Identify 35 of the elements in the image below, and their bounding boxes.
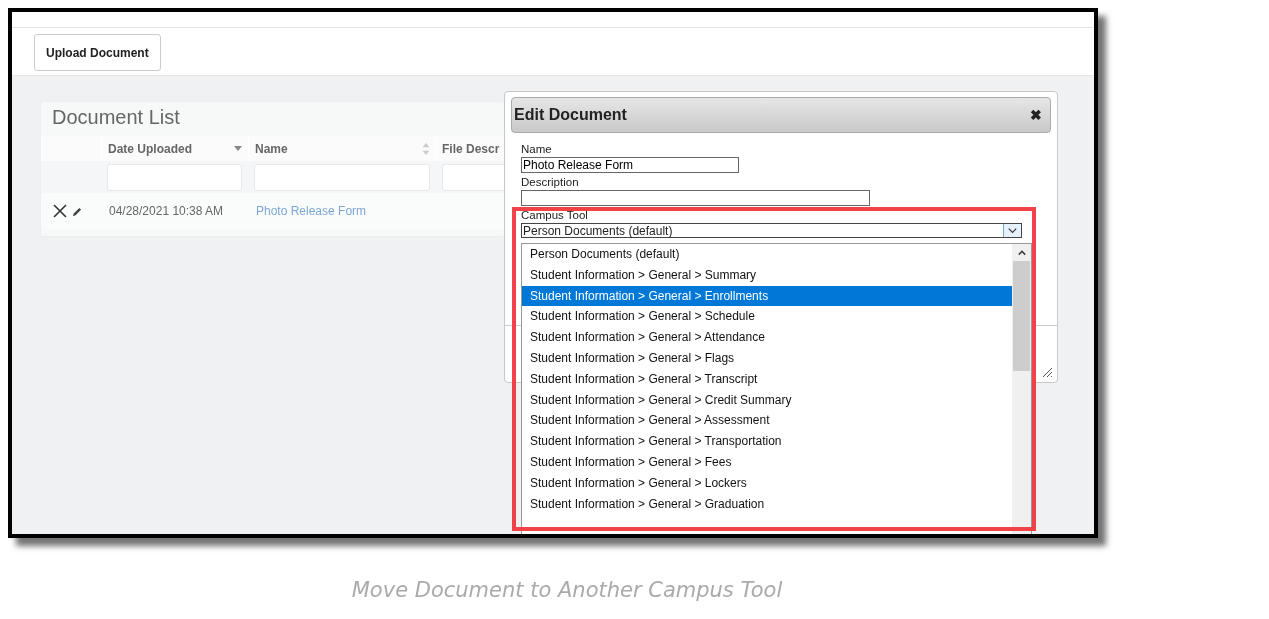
scrollbar-thumb[interactable] <box>1013 261 1030 371</box>
dropdown-option[interactable]: Student Information > General > Transcript <box>522 368 1012 390</box>
sort-down-icon[interactable] <box>234 144 242 153</box>
table-cell-text: 04/28/2021 10:38 AM <box>108 204 225 218</box>
campus-tool-dropdown[interactable]: Person Documents (default) <box>521 223 1022 238</box>
close-button[interactable]: ✖ <box>1030 107 1042 123</box>
resize-grip-icon[interactable] <box>1041 366 1053 378</box>
dropdown-option[interactable]: Student Information > General > Transportation <box>522 431 1012 452</box>
dropdown-option[interactable]: Student Information > General > Attendance <box>522 327 1012 348</box>
description-label: Description <box>521 176 579 190</box>
campus-tool-label: Campus Tool <box>521 209 588 223</box>
upload-document-button[interactable]: Upload Document <box>34 34 161 71</box>
filter-field[interactable] <box>442 163 504 191</box>
chevron-down-icon <box>1003 224 1021 237</box>
delete-icon[interactable] <box>53 204 67 218</box>
column-header[interactable]: Name <box>255 141 288 156</box>
dropdown-option[interactable]: Student Information > General > Graduation <box>522 493 1012 515</box>
description-field[interactable] <box>521 190 870 206</box>
dropdown-option[interactable]: Student Information > General > Enrollments <box>522 285 1012 307</box>
pencil-icon[interactable] <box>71 207 82 218</box>
name-label: Name <box>521 143 552 157</box>
scrollbar[interactable] <box>1012 244 1031 534</box>
dropdown-option[interactable]: Student Information > General > Credit Summary <box>522 389 1012 411</box>
figure-caption: Move Document to Another Campus Tool <box>350 578 784 602</box>
dropdown-option[interactable]: Student Information > General > Flags <box>522 348 1012 369</box>
dropdown-option[interactable]: Student Information > General > Summary <box>522 264 1012 286</box>
dropdown-option[interactable]: Student Information > General > Assessment <box>522 410 1012 432</box>
dropdown-option[interactable]: Person Documents (default) <box>522 244 1012 265</box>
document-list-title: Document List <box>51 105 180 130</box>
scroll-up-icon[interactable] <box>1016 249 1027 257</box>
dropdown-option[interactable]: Student Information > General > Lockers <box>522 472 1012 494</box>
dropdown-option[interactable]: Student Information > General > Schedule <box>522 306 1012 328</box>
dropdown-option[interactable]: Student Information > General > Fees <box>522 451 1012 473</box>
name-field[interactable]: Photo Release Form <box>521 157 739 173</box>
dialog-title: Edit Document <box>514 106 627 124</box>
